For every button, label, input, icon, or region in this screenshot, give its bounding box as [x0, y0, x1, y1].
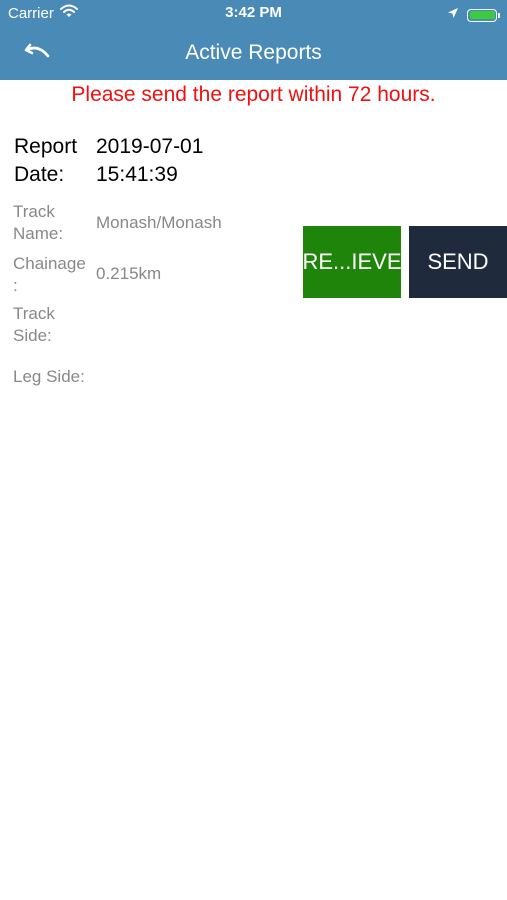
send-button[interactable]: SEND — [409, 226, 507, 298]
location-arrow-icon — [447, 6, 459, 24]
status-time: 3:42 PM — [225, 4, 282, 21]
track-side-label-line1: Track — [13, 304, 55, 323]
track-name-label: Track Name: — [13, 201, 91, 245]
track-side-label: Track Side: — [13, 303, 91, 347]
track-name-label-line1: Track — [13, 202, 55, 221]
chainage-label-line1: Chainage — [13, 254, 86, 273]
report-date-value-time: 15:41:39 — [96, 163, 178, 186]
send-deadline-warning: Please send the report within 72 hours. — [71, 83, 436, 106]
battery-icon — [467, 8, 500, 22]
track-name-value: Monash/Monash — [96, 213, 222, 232]
status-right — [447, 6, 500, 24]
report-date-label: Report Date: — [14, 133, 92, 189]
chainage-label-line2: : — [13, 276, 18, 295]
track-side-label-line2: Side: — [13, 326, 52, 345]
app-header: Carrier 3:42 PM Active Reports — [0, 0, 507, 80]
page-title: Active Reports — [185, 41, 322, 64]
leg-side-label: Leg Side: — [13, 367, 85, 386]
nav-bar: Active Reports — [0, 28, 507, 80]
chainage-value: 0.215km — [96, 264, 162, 283]
report-date-value-date: 2019-07-01 — [96, 135, 204, 158]
battery-cap — [498, 12, 500, 18]
retrieve-button[interactable]: RE...IEVE — [302, 226, 402, 298]
chainage-label: Chainage : — [13, 253, 91, 297]
report-date-value: 2019-07-01 15:41:39 — [96, 133, 246, 189]
status-bar: Carrier 3:42 PM — [0, 0, 507, 28]
report-date-label-line1: Report — [14, 135, 78, 158]
track-name-label-line2: Name: — [13, 224, 64, 243]
report-date-label-line2: Date: — [14, 163, 65, 186]
battery-level-fill — [469, 11, 495, 19]
